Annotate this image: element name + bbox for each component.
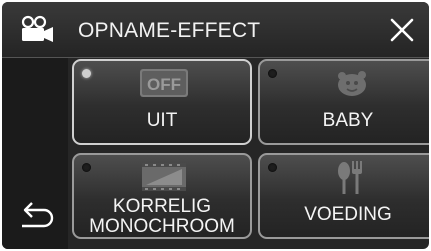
- baby-icon: [338, 71, 366, 96]
- option-label: KORRELIG MONOCHROOM: [89, 196, 235, 237]
- svg-text:OFF: OFF: [147, 75, 181, 94]
- option-uit[interactable]: OFF UIT: [72, 59, 252, 145]
- return-arrow-icon[interactable]: [10, 198, 62, 234]
- header-bar: OPNAME-EFFECT: [2, 2, 429, 58]
- option-korrelig-monochroom[interactable]: KORRELIG MONOCHROOM: [72, 153, 252, 239]
- option-baby[interactable]: BABY: [258, 59, 429, 145]
- film-grain-icon: [142, 163, 186, 191]
- video-camera-icon: [21, 15, 53, 42]
- page-title: OPNAME-EFFECT: [78, 19, 261, 42]
- recording-effect-screen: OPNAME-EFFECT OFF UIT BABY KORRELIG MONO…: [0, 0, 431, 251]
- option-voeding[interactable]: VOEDING: [258, 153, 429, 239]
- selection-indicator: [268, 163, 277, 172]
- selection-indicator: [268, 69, 277, 78]
- fork-spoon-icon: [338, 161, 362, 194]
- option-label: BABY: [322, 110, 374, 131]
- selection-indicator: [82, 69, 91, 78]
- close-icon[interactable]: [382, 10, 422, 50]
- menu-panel: OPNAME-EFFECT OFF UIT BABY KORRELIG MONO…: [2, 2, 429, 249]
- option-label: UIT: [146, 110, 178, 131]
- selection-indicator: [82, 163, 91, 172]
- off-icon: OFF: [140, 69, 188, 97]
- option-label: VOEDING: [304, 204, 392, 225]
